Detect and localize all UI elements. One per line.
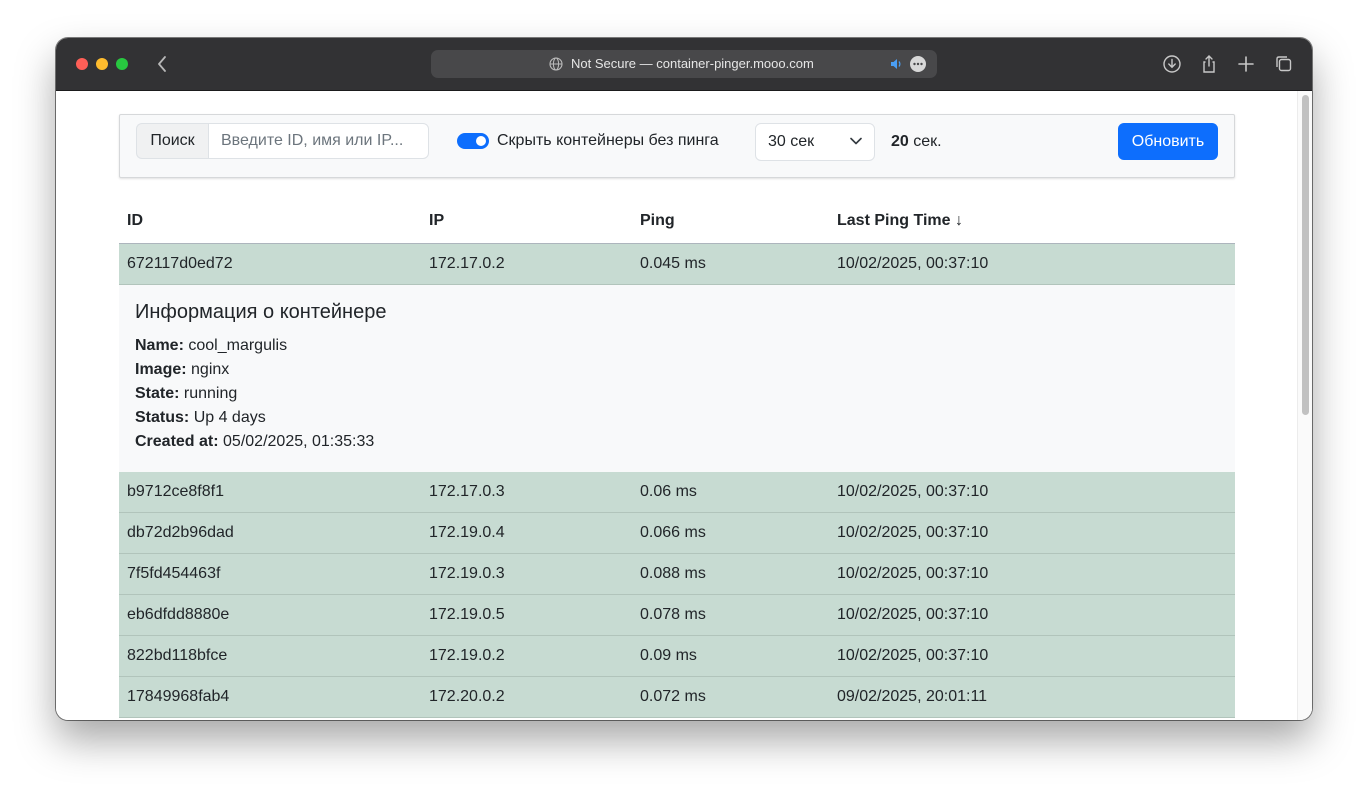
cell-ip: 172.17.0.3 bbox=[421, 472, 632, 513]
interval-select[interactable]: 30 сек bbox=[755, 123, 875, 161]
cell-id: eb6dfdd8880e bbox=[119, 594, 421, 636]
table-row[interactable]: 7f5fd454463f 172.19.0.3 0.088 ms 10/02/2… bbox=[119, 553, 1235, 595]
back-button[interactable] bbox=[152, 52, 172, 76]
cell-time: 09/02/2025, 20:01:11 bbox=[829, 676, 1235, 718]
cell-ping: 0.045 ms bbox=[632, 243, 829, 285]
countdown: 20 сек. bbox=[891, 133, 942, 151]
table-row[interactable]: 672117d0ed72 172.17.0.2 0.045 ms 10/02/2… bbox=[119, 243, 1235, 285]
cell-time: 10/02/2025, 00:37:10 bbox=[829, 472, 1235, 513]
detail-status: Status: Up 4 days bbox=[135, 406, 1219, 430]
container-details: Информация о контейнере Name: cool_margu… bbox=[119, 284, 1235, 472]
hide-unpinged-label: Скрыть контейнеры без пинга bbox=[497, 132, 719, 149]
detail-created-value: 05/02/2025, 01:35:33 bbox=[223, 433, 375, 450]
browser-window: Not Secure — container-pinger.mooo.com П… bbox=[56, 38, 1312, 720]
tab-overview-icon[interactable] bbox=[1274, 54, 1294, 74]
cell-id: 672117d0ed72 bbox=[119, 243, 421, 285]
detail-status-value: Up 4 days bbox=[193, 409, 266, 426]
column-header-last-ping-time[interactable]: Last Ping Time ↓ bbox=[829, 199, 1235, 244]
detail-status-label: Status: bbox=[135, 409, 190, 426]
table-row[interactable]: 17849968fab4 172.20.0.2 0.072 ms 09/02/2… bbox=[119, 676, 1235, 718]
page-content: Поиск Скрыть контейнеры без пинга 30 сек… bbox=[56, 91, 1312, 720]
detail-image-value: nginx bbox=[191, 361, 230, 378]
page-scrollbar[interactable] bbox=[1297, 91, 1312, 720]
cell-ip: 172.17.0.2 bbox=[421, 243, 632, 285]
search-label: Поиск bbox=[136, 123, 208, 159]
refresh-button[interactable]: Обновить bbox=[1118, 123, 1218, 160]
filter-panel: Поиск Скрыть контейнеры без пинга 30 сек… bbox=[119, 114, 1235, 178]
cell-time: 10/02/2025, 00:37:10 bbox=[829, 553, 1235, 595]
address-text: Not Secure — container-pinger.mooo.com bbox=[571, 56, 814, 71]
cell-ping: 0.078 ms bbox=[632, 594, 829, 636]
search-group: Поиск bbox=[136, 123, 429, 159]
cell-ip: 172.19.0.2 bbox=[421, 635, 632, 677]
more-options-icon[interactable] bbox=[910, 56, 926, 72]
cell-ping: 0.088 ms bbox=[632, 553, 829, 595]
detail-state-label: State: bbox=[135, 385, 180, 402]
cell-time: 10/02/2025, 00:37:10 bbox=[829, 243, 1235, 285]
detail-name-label: Name: bbox=[135, 337, 184, 354]
table-row[interactable]: 822bd118bfce 172.19.0.2 0.09 ms 10/02/20… bbox=[119, 635, 1235, 677]
cell-time: 10/02/2025, 00:37:10 bbox=[829, 512, 1235, 554]
table-row[interactable]: db72d2b96dad 172.19.0.4 0.066 ms 10/02/2… bbox=[119, 512, 1235, 554]
hide-unpinged-toggle[interactable] bbox=[457, 133, 489, 149]
table-row[interactable]: eb6dfdd8880e 172.19.0.5 0.078 ms 10/02/2… bbox=[119, 594, 1235, 636]
detail-state: State: running bbox=[135, 382, 1219, 406]
cell-ping: 0.09 ms bbox=[632, 635, 829, 677]
detail-name: Name: cool_margulis bbox=[135, 334, 1219, 358]
interval-select-value: 30 сек bbox=[768, 133, 815, 150]
chevron-down-icon bbox=[850, 137, 862, 145]
detail-created: Created at: 05/02/2025, 01:35:33 bbox=[135, 430, 1219, 454]
table-header-row: ID IP Ping Last Ping Time ↓ bbox=[119, 199, 1235, 244]
detail-created-label: Created at: bbox=[135, 433, 219, 450]
countdown-unit: сек. bbox=[913, 133, 942, 150]
table-row[interactable]: b9712ce8f8f1 172.17.0.3 0.06 ms 10/02/20… bbox=[119, 472, 1235, 513]
cell-id: 17849968fab4 bbox=[119, 676, 421, 718]
toggle-knob bbox=[476, 136, 486, 146]
column-header-id[interactable]: ID bbox=[119, 199, 421, 244]
cell-id: b9712ce8f8f1 bbox=[119, 472, 421, 513]
address-bar[interactable]: Not Secure — container-pinger.mooo.com bbox=[431, 50, 937, 78]
cell-ip: 172.19.0.5 bbox=[421, 594, 632, 636]
cell-id: db72d2b96dad bbox=[119, 512, 421, 554]
globe-icon bbox=[549, 57, 563, 71]
cell-time: 10/02/2025, 00:37:10 bbox=[829, 594, 1235, 636]
container-details-row: Информация о контейнере Name: cool_margu… bbox=[119, 284, 1235, 472]
speaker-icon[interactable] bbox=[889, 57, 903, 71]
browser-toolbar: Not Secure — container-pinger.mooo.com bbox=[56, 38, 1312, 91]
cell-ping: 0.072 ms bbox=[632, 676, 829, 718]
cell-ping: 0.06 ms bbox=[632, 472, 829, 513]
minimize-window-button[interactable] bbox=[96, 58, 108, 70]
column-header-ip[interactable]: IP bbox=[421, 199, 632, 244]
downloads-icon[interactable] bbox=[1162, 54, 1182, 74]
containers-table: ID IP Ping Last Ping Time ↓ 672117d0ed72… bbox=[119, 199, 1235, 718]
detail-name-value: cool_margulis bbox=[188, 337, 288, 354]
countdown-value: 20 bbox=[891, 133, 909, 150]
chevron-left-icon bbox=[158, 56, 166, 72]
fullscreen-window-button[interactable] bbox=[116, 58, 128, 70]
close-window-button[interactable] bbox=[76, 58, 88, 70]
new-tab-icon[interactable] bbox=[1236, 54, 1256, 74]
cell-ip: 172.20.0.2 bbox=[421, 676, 632, 718]
cell-id: 7f5fd454463f bbox=[119, 553, 421, 595]
cell-ip: 172.19.0.3 bbox=[421, 553, 632, 595]
cell-id: 822bd118bfce bbox=[119, 635, 421, 677]
cell-ip: 172.19.0.4 bbox=[421, 512, 632, 554]
detail-image: Image: nginx bbox=[135, 358, 1219, 382]
search-input[interactable] bbox=[208, 123, 429, 159]
column-header-ping[interactable]: Ping bbox=[632, 199, 829, 244]
detail-state-value: running bbox=[183, 385, 238, 402]
scrollbar-thumb[interactable] bbox=[1302, 95, 1309, 415]
share-icon[interactable] bbox=[1199, 54, 1219, 74]
details-title: Информация о контейнере bbox=[135, 301, 387, 323]
cell-time: 10/02/2025, 00:37:10 bbox=[829, 635, 1235, 677]
cell-ping: 0.066 ms bbox=[632, 512, 829, 554]
detail-image-label: Image: bbox=[135, 361, 187, 378]
